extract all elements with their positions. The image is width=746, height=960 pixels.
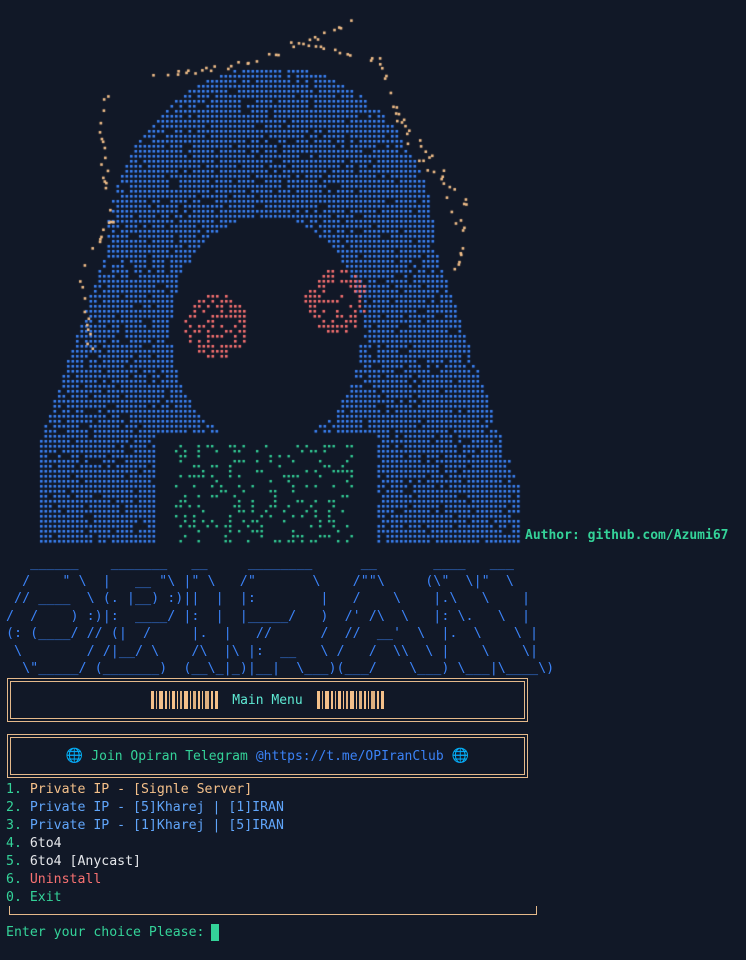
terminal-cursor[interactable] <box>211 924 219 941</box>
choice-prompt: Enter your choice Please: <box>6 924 219 941</box>
menu-option[interactable]: 3. Private IP - [1]Kharej | [5]IRAN <box>6 817 284 835</box>
opiran-ascii-logo: ______ _______ __ ________ __ ____ ___ /… <box>6 555 554 678</box>
anime-girl-ascii-art <box>0 0 746 550</box>
telegram-label: Join Opiran Telegram <box>91 749 248 764</box>
main-menu-header: Main Menu <box>7 678 528 722</box>
menu-option[interactable]: 6. Uninstall <box>6 871 284 889</box>
prompt-text: Enter your choice Please: <box>6 925 205 940</box>
main-menu-title: Main Menu <box>232 693 302 708</box>
menu-option[interactable]: 1. Private IP - [Signle Server] <box>6 781 284 799</box>
menu-option[interactable]: 2. Private IP - [5]Kharej | [1]IRAN <box>6 799 284 817</box>
options-frame <box>9 906 537 915</box>
menu-option[interactable]: 4. 6to4 <box>6 835 284 853</box>
barcode-decoration-right <box>317 691 384 709</box>
menu-option[interactable]: 0. Exit <box>6 889 284 907</box>
globe-icon: 🌐 <box>66 748 83 764</box>
menu-options: 1. Private IP - [Signle Server] 2. Priva… <box>6 781 284 907</box>
menu-option[interactable]: 5. 6to4 [Anycast] <box>6 853 284 871</box>
globe-icon: 🌐 <box>452 748 469 764</box>
barcode-decoration-left <box>151 691 218 709</box>
author-credit: Author: github.com/Azumi67 <box>525 528 729 543</box>
telegram-banner: 🌐 Join Opiran Telegram @https://t.me/OPI… <box>7 734 528 778</box>
telegram-link[interactable]: @https://t.me/OPIranClub <box>256 749 444 764</box>
